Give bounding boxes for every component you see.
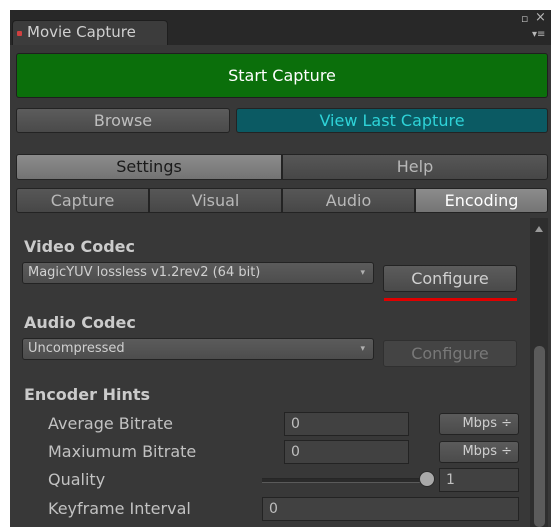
- video-codec-dropdown[interactable]: MagicYUV lossless v1.2rev2 (64 bit) ▾: [22, 262, 374, 284]
- subtab-visual[interactable]: Visual: [149, 188, 282, 213]
- tab-help[interactable]: Help: [282, 154, 548, 180]
- audio-codec-value: Uncompressed: [28, 341, 125, 356]
- quality-slider-track[interactable]: [262, 478, 430, 483]
- video-codec-heading: Video Codec: [24, 237, 135, 256]
- encoder-hints-heading: Encoder Hints: [24, 385, 150, 404]
- maximum-bitrate-label: Maxiumum Bitrate: [48, 442, 197, 461]
- video-codec-value: MagicYUV lossless v1.2rev2 (64 bit): [28, 265, 261, 280]
- average-bitrate-unit-select[interactable]: Mbps ÷: [439, 413, 519, 435]
- average-bitrate-input[interactable]: 0: [284, 412, 409, 436]
- subtab-audio[interactable]: Audio: [282, 188, 415, 213]
- average-bitrate-label: Average Bitrate: [48, 414, 173, 433]
- video-configure-button[interactable]: Configure: [383, 265, 517, 292]
- dropdown-arrow-icon: ▾: [360, 268, 365, 278]
- view-last-capture-button[interactable]: View Last Capture: [236, 108, 548, 133]
- title-bar: Movie Capture ▫ × ▾≡: [10, 10, 551, 45]
- quality-input[interactable]: 1: [439, 468, 519, 492]
- browse-button[interactable]: Browse: [16, 108, 230, 133]
- encoding-panel: Video Codec MagicYUV lossless v1.2rev2 (…: [16, 218, 529, 527]
- maximum-bitrate-input[interactable]: 0: [284, 440, 409, 464]
- scrollbar-thumb[interactable]: [534, 346, 545, 527]
- dropdown-arrow-icon: ▾: [360, 344, 365, 354]
- window-tab-label: Movie Capture: [27, 23, 136, 41]
- maximize-icon[interactable]: ▫: [521, 12, 528, 25]
- scroll-up-arrow-icon[interactable]: [535, 226, 543, 232]
- vertical-scrollbar[interactable]: [530, 218, 548, 527]
- keyframe-interval-input[interactable]: 0: [262, 497, 519, 521]
- audio-configure-button: Configure: [383, 340, 517, 367]
- tab-settings[interactable]: Settings: [16, 154, 282, 180]
- subtab-capture[interactable]: Capture: [16, 188, 149, 213]
- window-tab[interactable]: Movie Capture: [12, 20, 168, 45]
- keyframe-interval-label: Keyframe Interval: [48, 499, 191, 518]
- quality-label: Quality: [48, 470, 106, 489]
- recording-dot-icon: [17, 31, 22, 36]
- quality-slider-handle[interactable]: [419, 471, 435, 487]
- maximum-bitrate-unit-select[interactable]: Mbps ÷: [439, 441, 519, 463]
- subtab-encoding[interactable]: Encoding: [415, 188, 548, 213]
- start-capture-button[interactable]: Start Capture: [16, 53, 548, 98]
- highlight-underline: [384, 298, 517, 301]
- audio-codec-heading: Audio Codec: [24, 313, 136, 332]
- audio-codec-dropdown[interactable]: Uncompressed ▾: [22, 338, 374, 360]
- menu-icon[interactable]: ▾≡: [532, 28, 545, 41]
- movie-capture-window: Movie Capture ▫ × ▾≡ Start Capture Brows…: [10, 10, 551, 527]
- close-icon[interactable]: ×: [535, 11, 546, 24]
